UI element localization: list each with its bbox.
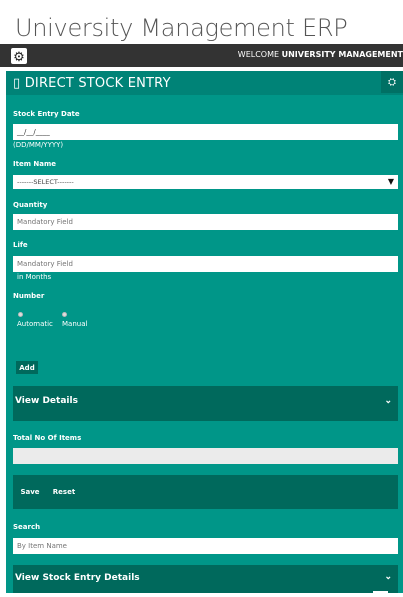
radio-automatic-label: Automatic <box>17 320 53 328</box>
life-label: Life <box>13 241 28 249</box>
app-title: University Management ERP <box>15 14 348 42</box>
item-name-label: Item Name <box>13 160 57 168</box>
view-details-bar[interactable]: View Details ⌄ <box>13 386 398 421</box>
chevron-down-icon: ⌄ <box>384 395 392 405</box>
collapse-icon[interactable]: ⛭ <box>381 71 403 93</box>
search-input[interactable] <box>13 538 398 554</box>
welcome-user: UNIVERSITY MANAGEMENT <box>281 50 403 59</box>
top-bar: ⚙ WELCOME UNIVERSITY MANAGEMENT <box>0 44 403 67</box>
welcome-prefix: WELCOME <box>237 50 282 59</box>
stock-entry-date-label: Stock Entry Date <box>13 110 80 118</box>
panel-title: ▯ DIRECT STOCK ENTRY <box>13 76 171 91</box>
welcome-text: WELCOME UNIVERSITY MANAGEMENT <box>238 50 403 59</box>
life-input[interactable] <box>13 256 398 272</box>
gear-icon[interactable]: ⚙ <box>11 48 27 64</box>
item-name-select[interactable]: -------SELECT------- ▼ <box>13 175 398 189</box>
action-bar: Save Reset <box>13 475 398 509</box>
number-label: Number <box>13 292 45 300</box>
quantity-input[interactable] <box>13 214 398 230</box>
direct-stock-entry-panel: ▯ DIRECT STOCK ENTRY ⛭ Stock Entry Date … <box>6 71 403 597</box>
panel-title-icon: ▯ <box>13 76 21 91</box>
add-button[interactable]: Add <box>16 361 38 374</box>
radio-manual-label: Manual <box>62 320 88 328</box>
stock-entry-date-input[interactable]: __/__/____ <box>13 124 398 140</box>
quantity-label: Quantity <box>13 201 48 209</box>
item-name-selected: -------SELECT------- <box>17 178 74 186</box>
radio-manual[interactable] <box>62 312 67 317</box>
view-details-title: View Details <box>15 396 78 406</box>
dropdown-arrow-icon: ▼ <box>387 177 394 186</box>
total-items-input <box>13 448 398 464</box>
search-label: Search <box>13 523 41 531</box>
panel-title-text: DIRECT STOCK ENTRY <box>24 76 171 91</box>
view-stock-details-bar[interactable]: View Stock Entry Details ⌄ <box>13 565 398 593</box>
view-stock-details-title: View Stock Entry Details <box>15 573 140 583</box>
chevron-down-icon: ⌄ <box>384 571 392 581</box>
save-button[interactable]: Save <box>18 485 42 498</box>
total-items-label: Total No Of Items <box>13 434 82 442</box>
reset-button[interactable]: Reset <box>49 485 79 498</box>
life-unit-hint: in Months <box>17 273 52 281</box>
radio-automatic[interactable] <box>18 312 23 317</box>
panel-header: ▯ DIRECT STOCK ENTRY ⛭ <box>6 71 403 95</box>
date-format-hint: (DD/MM/YYYY) <box>13 141 64 149</box>
scroll-tab <box>373 591 388 597</box>
